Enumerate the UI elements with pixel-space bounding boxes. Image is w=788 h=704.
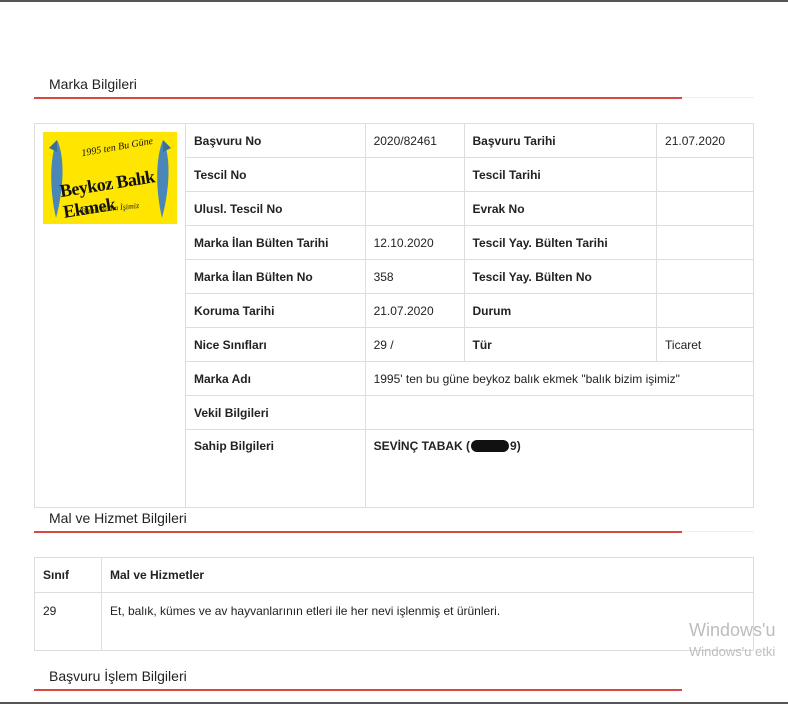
redaction-mark: [471, 440, 510, 452]
section-divider-ext: [682, 531, 754, 532]
section-divider-marka: [34, 97, 682, 99]
section-divider-mal: [34, 531, 682, 533]
value-tescil-yay-bulten-tarihi: [656, 225, 754, 260]
value-tescil-yay-bulten-no: [656, 259, 754, 294]
label-nice-siniflari: Nice Sınıfları: [185, 327, 366, 362]
value-vekil-bilgileri: [364, 395, 755, 430]
value-sahip-bilgileri: SEVİNÇ TABAK ( 9): [364, 429, 755, 508]
value-tur: Ticaret: [656, 327, 754, 362]
cell-sinif: 29: [34, 592, 102, 651]
logo-cell: 1995 ten Bu Güne Beykoz Balık Ekmek Balı…: [34, 123, 186, 508]
cell-description: Et, balık, kümes ve av hayvanlarının etl…: [101, 592, 754, 651]
owner-id-suffix: 9): [510, 439, 521, 453]
label-tescil-tarihi: Tescil Tarihi: [463, 157, 658, 192]
windows-activation-watermark: Windows'u: [689, 620, 776, 640]
section-divider-islem: [34, 689, 682, 691]
owner-name: SEVİNÇ TABAK (: [373, 439, 471, 453]
value-ulusl-tescil-no: [364, 191, 465, 226]
value-koruma-tarihi: 21.07.2020: [364, 293, 465, 328]
label-ulusl-tescil-no: Ulusl. Tescil No: [185, 191, 366, 226]
label-ilan-bulten-no: Marka İlan Bülten No: [185, 259, 366, 294]
trademark-logo: 1995 ten Bu Güne Beykoz Balık Ekmek Balı…: [43, 132, 177, 224]
label-tescil-yay-bulten-tarihi: Tescil Yay. Bülten Tarihi: [463, 225, 658, 260]
label-evrak-no: Evrak No: [463, 191, 658, 226]
value-basvuru-no: 2020/82461: [364, 123, 465, 158]
label-tescil-yay-bulten-no: Tescil Yay. Bülten No: [463, 259, 658, 294]
label-basvuru-tarihi: Başvuru Tarihi: [463, 123, 658, 158]
section-divider-ext: [682, 97, 754, 98]
header-mal-ve-hizmetler: Mal ve Hizmetler: [101, 557, 754, 593]
value-basvuru-tarihi: 21.07.2020: [656, 123, 754, 158]
label-sahip-bilgileri: Sahip Bilgileri: [185, 429, 366, 508]
value-tescil-no: [364, 157, 465, 192]
trademark-info-table: 1995 ten Bu Güne Beykoz Balık Ekmek Balı…: [34, 123, 755, 508]
section-title-marka: Marka Bilgileri: [49, 76, 137, 92]
value-durum: [656, 293, 754, 328]
goods-services-table: Sınıf Mal ve Hizmetler 29 Et, balık, küm…: [34, 557, 754, 651]
value-ilan-bulten-tarihi: 12.10.2020: [364, 225, 465, 260]
section-title-mal: Mal ve Hizmet Bilgileri: [49, 510, 187, 526]
table-row: 29 Et, balık, kümes ve av hayvanlarının …: [34, 592, 754, 651]
label-tur: Tür: [463, 327, 658, 362]
window-top-border: [0, 0, 788, 2]
section-title-islem: Başvuru İşlem Bilgileri: [49, 668, 187, 684]
value-marka-adi: 1995' ten bu güne beykoz balık ekmek "ba…: [364, 361, 755, 396]
label-koruma-tarihi: Koruma Tarihi: [185, 293, 366, 328]
value-ilan-bulten-no: 358: [364, 259, 465, 294]
label-tescil-no: Tescil No: [185, 157, 366, 192]
header-sinif: Sınıf: [34, 557, 102, 593]
value-nice-siniflari: 29 /: [364, 327, 465, 362]
label-ilan-bulten-tarihi: Marka İlan Bülten Tarihi: [185, 225, 366, 260]
label-durum: Durum: [463, 293, 658, 328]
label-basvuru-no: Başvuru No: [185, 123, 366, 158]
label-vekil-bilgileri: Vekil Bilgileri: [185, 395, 366, 430]
label-marka-adi: Marka Adı: [185, 361, 366, 396]
value-tescil-tarihi: [656, 157, 754, 192]
windows-activation-subtext: Windows'u etki: [689, 644, 776, 659]
value-evrak-no: [656, 191, 754, 226]
logo-line1: 1995 ten Bu Güne: [80, 135, 154, 160]
